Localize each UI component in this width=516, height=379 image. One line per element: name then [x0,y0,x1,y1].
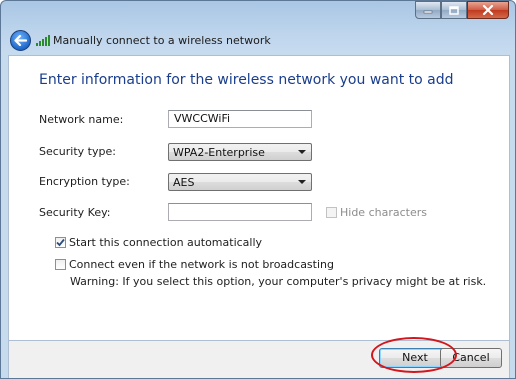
connect-not-broadcasting-checkbox[interactable] [55,259,66,270]
close-icon [482,5,494,15]
encryption-type-value: AES [173,176,195,189]
security-type-select[interactable]: WPA2-Enterprise [168,143,312,161]
connect-not-broadcasting-label: Connect even if the network is not broad… [69,258,334,271]
maximize-icon [449,5,459,15]
security-type-label: Security type: [39,145,116,158]
network-name-label: Network name: [39,113,124,126]
start-automatically-label: Start this connection automatically [69,236,263,249]
hide-characters-label: Hide characters [340,206,427,219]
network-name-input[interactable]: VWCCWiFi [168,110,312,128]
back-arrow-icon [14,35,27,46]
dialog-window: Manually connect to a wireless network E… [0,0,516,379]
page-heading: Enter information for the wireless netwo… [39,72,454,88]
wireless-network-icon [36,35,50,46]
content-panel: Enter information for the wireless netwo… [8,55,510,341]
caption-buttons [415,1,509,19]
hide-characters-checkbox[interactable] [326,207,337,218]
checkmark-icon [56,238,65,247]
chevron-down-icon [298,180,306,184]
dialog-footer: Next Cancel [8,341,510,378]
window-title: Manually connect to a wireless network [53,34,271,47]
security-key-input[interactable] [168,203,312,221]
maximize-button[interactable] [441,1,467,19]
cancel-button[interactable]: Cancel [440,348,502,368]
encryption-type-select[interactable]: AES [168,173,312,191]
security-key-label: Security Key: [39,206,111,219]
chevron-down-icon [298,150,306,154]
start-automatically-checkbox[interactable] [55,237,66,248]
privacy-warning: Warning: If you select this option, your… [70,275,487,288]
back-button[interactable] [10,30,31,51]
close-button[interactable] [467,1,509,19]
minimize-button[interactable] [415,1,441,19]
encryption-type-label: Encryption type: [39,175,130,188]
security-type-value: WPA2-Enterprise [173,146,265,159]
minimize-icon [423,10,433,14]
